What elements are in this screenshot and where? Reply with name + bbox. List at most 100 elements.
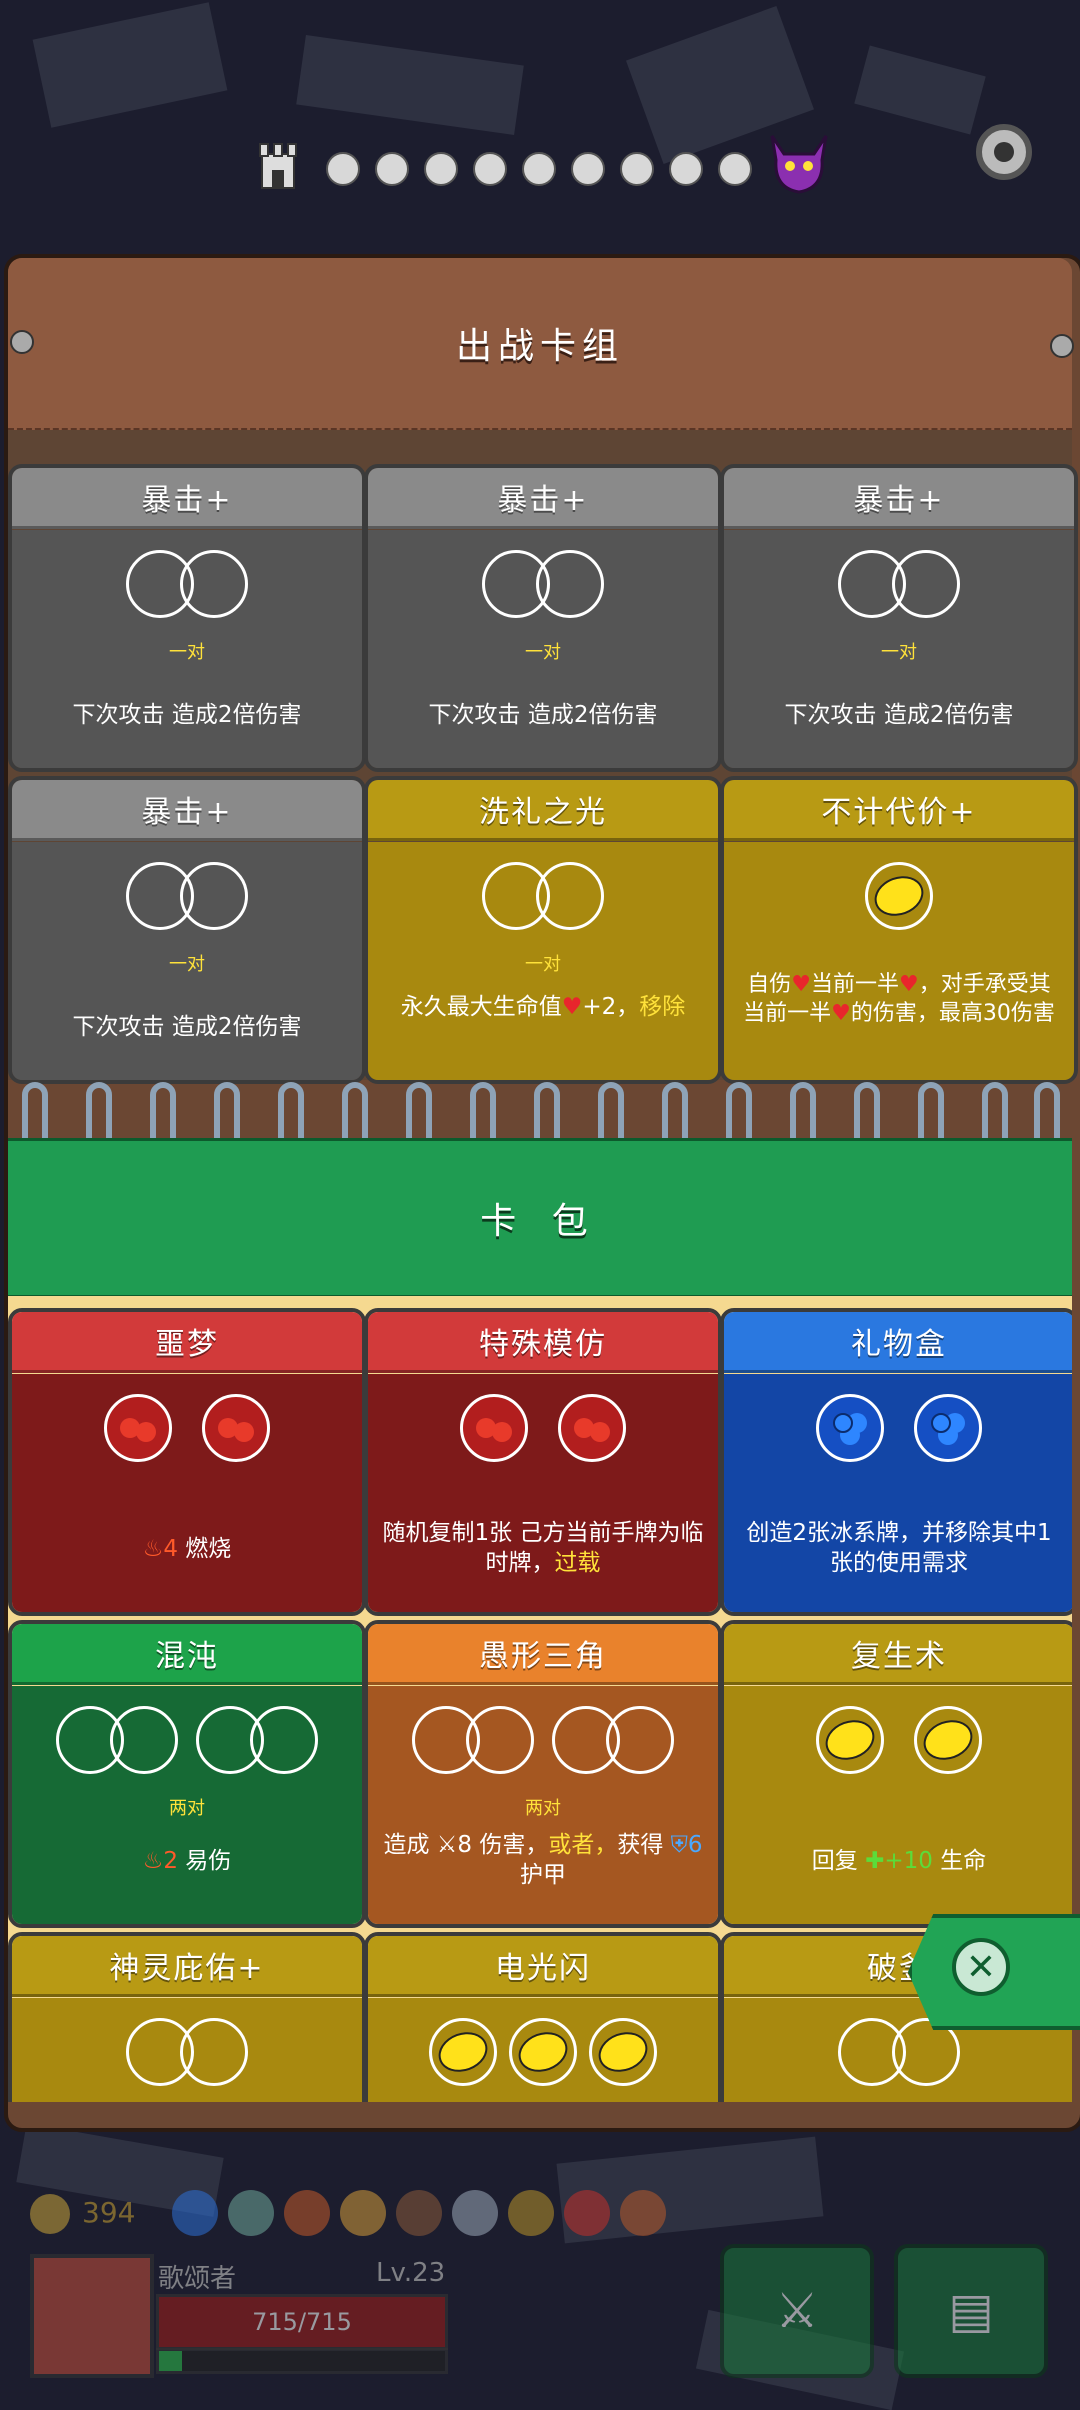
heart-icon: ♥ — [831, 1001, 851, 1026]
cost-label: 两对 — [169, 1798, 205, 1819]
crab-icon[interactable] — [564, 2190, 610, 2236]
potion-icon[interactable] — [228, 2190, 274, 2236]
lemon-icon — [914, 1706, 982, 1774]
nail-icon — [1050, 334, 1074, 358]
card-title: 暴击+ — [368, 468, 718, 529]
cost-label: 一对 — [169, 642, 205, 663]
card-desc: 创造2张冰系牌，并移除其中1张的使用需求 — [746, 1520, 1052, 1576]
pack-card[interactable]: 复生术 回复 ✚+10 生命 — [720, 1620, 1072, 1928]
spike-icon[interactable] — [284, 2190, 330, 2236]
cost-label: 一对 — [525, 954, 561, 975]
progress-dot — [669, 152, 703, 186]
blueberry-icon — [914, 1394, 982, 1462]
start-castle-icon — [256, 140, 300, 190]
coin-slot-icon — [180, 550, 248, 618]
desc-text: 造成 — [383, 1832, 430, 1858]
desc-text: 随机复制1张 己方当前手牌为临时牌， — [382, 1520, 704, 1576]
desc-text: 获得 — [617, 1832, 664, 1858]
coin-slot-icon — [250, 1706, 318, 1774]
player-name: 歌颂者 — [158, 2264, 237, 2294]
progress-dot — [522, 152, 556, 186]
desc-text: 自伤 — [747, 972, 792, 997]
pack-card[interactable]: 电光闪 — [364, 1932, 722, 2102]
pack-card[interactable]: 愚形三角 两对 造成 ⚔8 伤害，或者，获得 ⛨6 护甲 — [364, 1620, 722, 1928]
desc-keyword: 过载 — [554, 1550, 601, 1576]
card-title: 特殊模仿 — [368, 1312, 718, 1373]
crossed-swords-icon: ⚔ — [775, 2283, 819, 2339]
battle-button[interactable]: ⚔ — [720, 2244, 874, 2378]
heart-icon: ♥ — [899, 972, 919, 997]
progress-dot — [620, 152, 654, 186]
gold-amount: 394 — [82, 2196, 136, 2229]
cherry-icon — [460, 1394, 528, 1462]
pack-card[interactable]: 神灵庇佑+ 一对 — [8, 1932, 366, 2102]
card-title: 神灵庇佑+ — [12, 1936, 362, 1997]
sword-icon[interactable] — [452, 2190, 498, 2236]
cards-icon: ▤ — [948, 2283, 994, 2339]
deck-header: 出战卡组 — [8, 258, 1072, 431]
shovel-icon[interactable] — [508, 2190, 554, 2236]
xp-bar — [156, 2348, 448, 2374]
coin-slot-icon — [110, 1706, 178, 1774]
lemon-icon — [589, 2018, 657, 2086]
desc-text: 护甲 — [520, 1862, 566, 1888]
card-desc: ♨4 燃烧 — [26, 1534, 348, 1564]
card-title: 混沌 — [12, 1624, 362, 1685]
card-desc: 永久最大生命值♥+2，移除 — [382, 992, 704, 1022]
coin-slot-icon — [536, 550, 604, 618]
lemon-icon — [429, 2018, 497, 2086]
deck-card[interactable]: 暴击+ 一对 下次攻击 造成2倍伤害 — [8, 776, 366, 1084]
desc-text: 伤害， — [479, 1832, 549, 1858]
blueberry-icon — [816, 1394, 884, 1462]
card-title: 噩梦 — [12, 1312, 362, 1373]
pack-card[interactable]: 混沌 两对 ♨2 易伤 — [8, 1620, 366, 1928]
desc-number: 4 — [163, 1536, 178, 1562]
hp-bar: 715/715 — [156, 2294, 448, 2350]
desc-keyword: 或者， — [548, 1832, 618, 1858]
cherry-icon — [202, 1394, 270, 1462]
desc-text: +2， — [582, 994, 640, 1020]
card-title: 洗礼之光 — [368, 780, 718, 841]
card-desc: 造成 ⚔8 伤害，或者，获得 ⛨6 护甲 — [382, 1830, 704, 1890]
hammer-icon[interactable] — [396, 2190, 442, 2236]
broken-heart-icon: ♥ — [791, 972, 811, 997]
deck-title: 出战卡组 — [455, 326, 624, 367]
blue-flame-icon[interactable] — [172, 2190, 218, 2236]
frog-icon[interactable] — [620, 2190, 666, 2236]
desc-number: 2 — [163, 1848, 178, 1874]
progress-dot — [718, 152, 752, 186]
card-desc: 下次攻击 造成2倍伤害 — [784, 702, 1014, 728]
player-level: Lv.23 — [376, 2258, 446, 2288]
deck-card[interactable]: 洗礼之光 一对 永久最大生命值♥+2，移除 — [364, 776, 722, 1084]
progress-dot — [424, 152, 458, 186]
cost-label: 一对 — [525, 642, 561, 663]
avatar[interactable] — [30, 2254, 154, 2378]
cost-label: 一对 — [881, 642, 917, 663]
flower-pot-icon[interactable] — [340, 2190, 386, 2236]
cost-label: 一对 — [169, 954, 205, 975]
deck-button[interactable]: ▤ — [894, 2244, 1048, 2378]
card-title: 暴击+ — [724, 468, 1074, 529]
plus-icon: ✚ — [865, 1848, 885, 1874]
card-title: 暴击+ — [12, 468, 362, 529]
pack-title: 卡 包 — [480, 1201, 600, 1242]
pack-card[interactable]: 特殊模仿 随机复制1张 己方当前手牌为临时牌，过载 — [364, 1308, 722, 1616]
coin-slot-icon — [536, 862, 604, 930]
deck-card[interactable]: 不计代价+ 自伤♥当前一半♥，对手承受其当前一半♥的伤害，最高30伤害 — [720, 776, 1078, 1084]
desc-number: 6 — [687, 1832, 703, 1858]
card-desc: ♨2 易伤 — [26, 1846, 348, 1876]
card-title: 电光闪 — [368, 1936, 718, 1997]
fire-icon: ♨ — [142, 1536, 164, 1562]
deck-card[interactable]: 暴击+ 一对 下次攻击 造成2倍伤害 — [364, 464, 722, 772]
pack-header: 卡 包 — [8, 1138, 1072, 1299]
gear-icon[interactable] — [976, 124, 1032, 180]
pack-card[interactable]: 噩梦 ♨4 燃烧 — [8, 1308, 366, 1616]
deck-card[interactable]: 暴击+ 一对 下次攻击 造成2倍伤害 — [8, 464, 366, 772]
sword-icon: ⚔ — [436, 1832, 458, 1858]
coin-slot-icon — [180, 2018, 248, 2086]
close-icon[interactable]: ✕ — [952, 1938, 1010, 1996]
gold-coin-icon — [30, 2194, 70, 2234]
deck-card[interactable]: 暴击+ 一对 下次攻击 造成2倍伤害 — [720, 464, 1078, 772]
pack-card[interactable]: 礼物盒 创造2张冰系牌，并移除其中1张的使用需求 — [720, 1308, 1072, 1616]
desc-keyword: 移除 — [639, 994, 686, 1020]
